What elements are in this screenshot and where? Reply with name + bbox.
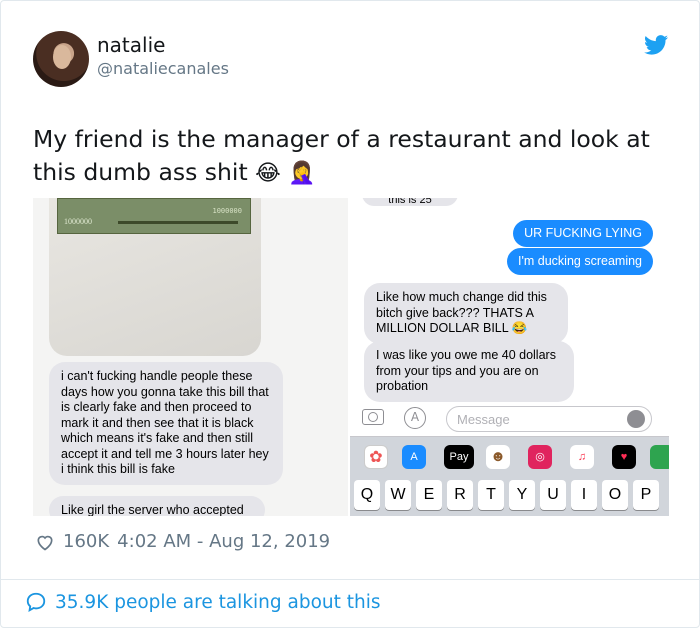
message-bubble-left-1: i can't fucking handle people these days… bbox=[49, 362, 283, 485]
facepalm-emoji: 🤦‍♀️ bbox=[288, 161, 316, 186]
message-input[interactable]: Message bbox=[446, 406, 652, 432]
bill-image: 1000000 1000000 bbox=[57, 198, 251, 234]
digital-touch-icon[interactable]: ♥ bbox=[612, 445, 636, 469]
fake-bill-photo: 1000000 1000000 bbox=[49, 198, 261, 356]
key-o[interactable]: O bbox=[602, 480, 628, 510]
app-store-icon[interactable]: A bbox=[404, 407, 426, 429]
reply-bubble-icon bbox=[26, 592, 46, 612]
message-placeholder: Message bbox=[457, 412, 510, 427]
key-u[interactable]: U bbox=[540, 480, 566, 510]
keyboard: Q W E R T Y U I O P bbox=[350, 476, 669, 516]
bill-left-denomination: 1000000 bbox=[64, 217, 92, 226]
message-bubble-cut: this is 25 bbox=[362, 198, 458, 206]
author-handle[interactable]: @nataliecanales bbox=[97, 59, 229, 78]
microphone-icon[interactable] bbox=[627, 410, 645, 428]
camera-icon[interactable] bbox=[362, 409, 384, 425]
like-count[interactable]: 160K bbox=[63, 531, 109, 552]
key-t[interactable]: T bbox=[478, 480, 504, 510]
avatar[interactable] bbox=[33, 31, 89, 87]
key-y[interactable]: Y bbox=[509, 480, 535, 510]
tweet-card: natalie @nataliecanales My friend is the… bbox=[0, 0, 700, 628]
tweet-meta: 160K 4:02 AM - Aug 12, 2019 bbox=[35, 531, 330, 552]
author-name[interactable]: natalie bbox=[97, 33, 165, 57]
conversation-count[interactable]: 35.9K people are talking about this bbox=[55, 592, 381, 613]
bill-denomination: 1000000 bbox=[212, 207, 242, 215]
message-input-row: A Message bbox=[350, 404, 669, 432]
message-bubble-gray-1: Like how much change did this bitch give… bbox=[364, 283, 568, 344]
tears-of-joy-emoji: 😂 bbox=[255, 161, 281, 186]
key-q[interactable]: Q bbox=[354, 480, 380, 510]
divider bbox=[1, 579, 700, 580]
key-r[interactable]: R bbox=[447, 480, 473, 510]
tweet-body: My friend is the manager of a restaurant… bbox=[33, 125, 650, 186]
app-store-tray-icon[interactable]: A bbox=[402, 445, 426, 469]
screenshot-right[interactable]: this is 25 UR FUCKING LYING I'm ducking … bbox=[350, 198, 669, 516]
app-tray: ✿ A Pay ☻ ◎ ♫ ♥ bbox=[350, 436, 669, 476]
key-e[interactable]: E bbox=[416, 480, 442, 510]
music-icon[interactable]: ♫ bbox=[570, 445, 594, 469]
twitter-bird-icon[interactable] bbox=[644, 35, 668, 55]
timestamp[interactable]: 4:02 AM - Aug 12, 2019 bbox=[117, 531, 330, 552]
key-w[interactable]: W bbox=[385, 480, 411, 510]
apple-pay-label: Pay bbox=[449, 451, 469, 463]
conversation-link[interactable]: 35.9K people are talking about this bbox=[25, 591, 381, 613]
tweet-text: My friend is the manager of a restaurant… bbox=[33, 123, 673, 190]
message-bubble-left-2: Like girl the server who accepted bbox=[49, 496, 265, 516]
heart-icon[interactable] bbox=[35, 532, 55, 552]
message-bubble-blue-2: I'm ducking screaming bbox=[507, 248, 653, 275]
animoji-icon[interactable]: ☻ bbox=[486, 445, 510, 469]
key-p[interactable]: P bbox=[633, 480, 659, 510]
photos-app-icon[interactable]: ✿ bbox=[364, 445, 388, 469]
more-apps-icon[interactable] bbox=[650, 445, 669, 469]
tweet-media[interactable]: 1000000 1000000 i can't fucking handle p… bbox=[33, 198, 669, 516]
apple-pay-icon[interactable]: Pay bbox=[444, 445, 474, 469]
message-bubble-gray-2: I was like you owe me 40 dollars from yo… bbox=[364, 341, 574, 402]
screenshot-left[interactable]: 1000000 1000000 i can't fucking handle p… bbox=[33, 198, 348, 516]
message-bubble-blue-1: UR FUCKING LYING bbox=[513, 220, 653, 247]
key-i[interactable]: I bbox=[571, 480, 597, 510]
search-images-icon[interactable]: ◎ bbox=[528, 445, 552, 469]
